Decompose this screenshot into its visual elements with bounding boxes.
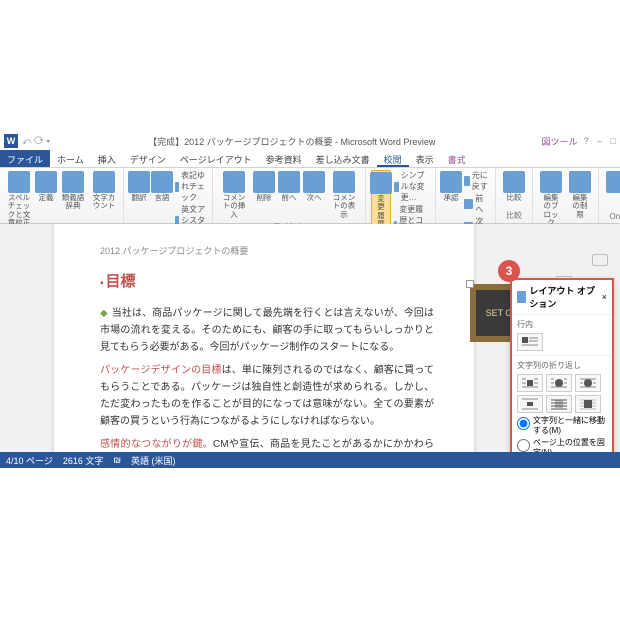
ribbon-button[interactable]: 定義 — [36, 170, 56, 203]
ribbon-button[interactable]: 削除 — [253, 170, 275, 203]
wrap-front-option[interactable] — [575, 395, 601, 413]
layout-panel-icon — [517, 291, 526, 303]
layout-panel-title: レイアウト オプション — [529, 284, 601, 310]
ribbon-button[interactable] — [604, 170, 620, 195]
ribbon-button[interactable]: スペル チェックと文章校正 — [5, 170, 33, 228]
ribbon-button[interactable]: コメントの挿入 — [218, 170, 250, 220]
status-bar: 4/10 ページ 2616 文字 ₪ 英語 (米国) — [0, 452, 620, 468]
ribbon-button[interactable]: コメントの表示 — [328, 170, 360, 220]
status-words[interactable]: 2616 文字 — [63, 454, 104, 467]
layout-options-panel: レイアウト オプション × 行内 文字列の折り返し 文字列と一緒に移動する(M)… — [510, 278, 614, 452]
ribbon-stack-item[interactable]: シンプルな変更… — [394, 170, 430, 203]
tab-references[interactable]: 参考資料 — [259, 150, 309, 167]
word-icon: W — [4, 134, 18, 148]
maximize-icon[interactable]: □ — [611, 136, 616, 146]
wrap-tight-option[interactable] — [546, 374, 572, 392]
ribbon-button[interactable]: 編集の制限 — [567, 170, 593, 220]
tab-file[interactable]: ファイル — [0, 150, 50, 167]
tab-pagelayout[interactable]: ページレイアウト — [173, 150, 259, 167]
wrap-behind-option[interactable] — [546, 395, 572, 413]
comment-icon[interactable] — [592, 254, 608, 266]
status-pages[interactable]: 4/10 ページ — [6, 454, 53, 467]
status-ime[interactable]: ₪ — [113, 455, 121, 465]
ribbon-button[interactable]: 翻訳 — [129, 170, 149, 203]
title-bar: W ⤺ ⟳ ▾ 【完成】2012 パッケージプロジェクトの概要 - Micros… — [0, 132, 620, 150]
paragraph-1: ◆当社は、商品パッケージに関して最先端を行くとは言えないが、今回は市場の流れを変… — [100, 305, 434, 356]
minimize-icon[interactable]: – — [597, 136, 602, 146]
paragraph-2: パッケージデザインの目標は、単に陳列されるのではなく、顧客に買ってもらうことであ… — [100, 362, 434, 430]
section-inline-label: 行内 — [517, 319, 607, 330]
tab-insert[interactable]: 挿入 — [91, 150, 123, 167]
tab-mailings[interactable]: 差し込み文書 — [309, 150, 377, 167]
wrap-square-option[interactable] — [517, 374, 543, 392]
ribbon-stack-item[interactable]: 元に戻す — [464, 170, 490, 192]
paragraph-3: 感情的なつながりが鍵。CMや宣伝、商品を見たことがあるかにかかわらず、顧 — [100, 436, 434, 452]
tab-design[interactable]: デザイン — [123, 150, 173, 167]
ribbon-button[interactable]: 承認 — [441, 170, 461, 203]
ribbon-button[interactable]: 文字カウント — [90, 170, 118, 212]
wrap-inline-option[interactable] — [517, 333, 543, 351]
ribbon-button[interactable]: 比較 — [501, 170, 527, 203]
ribbon-button[interactable]: 言語 — [152, 170, 172, 203]
ribbon-button[interactable]: 前へ — [278, 170, 300, 203]
ribbon: スペル チェックと文章校正定義類義語辞典文字カウント文章校正翻訳言語表記ゆれチェ… — [0, 168, 620, 224]
bullet-icon: ◆ — [100, 308, 108, 319]
wrap-topbottom-option[interactable] — [517, 395, 543, 413]
ribbon-button[interactable]: 編集のブロック — [538, 170, 564, 228]
ribbon-group-label: 比較 — [501, 209, 527, 221]
close-icon[interactable]: × — [602, 292, 607, 302]
document-area: 2012 パッケージプロジェクトの概要 目標 ◆当社は、商品パッケージに関して最… — [0, 224, 620, 452]
annotation-badge-3: 3 — [498, 260, 520, 282]
ribbon-group-label: One — [604, 211, 620, 221]
document-page[interactable]: 2012 パッケージプロジェクトの概要 目標 ◆当社は、商品パッケージに関して最… — [54, 224, 474, 452]
help-icon[interactable]: ? — [584, 136, 589, 146]
ribbon-button[interactable]: 次へ — [303, 170, 325, 203]
contextual-tab-group: 図ツール — [541, 135, 577, 148]
tab-home[interactable]: ホーム — [50, 150, 91, 167]
window-title: 【完成】2012 パッケージプロジェクトの概要 - Microsoft Word… — [50, 135, 533, 148]
ribbon-stack-item[interactable]: 表記ゆれチェック — [175, 170, 207, 203]
section-wrap-label: 文字列の折り返し — [517, 360, 607, 371]
ribbon-button[interactable]: 類義語辞典 — [59, 170, 87, 212]
radio-move-with-text[interactable]: 文字列と一緒に移動する(M) — [517, 416, 607, 435]
tab-review[interactable]: 校閲 — [377, 150, 409, 167]
ribbon-tabs: ファイル ホーム 挿入 デザイン ページレイアウト 参考資料 差し込み文書 校閲… — [0, 150, 620, 168]
qat-icon[interactable]: ⤺ ⟳ ▾ — [22, 136, 50, 147]
wrap-through-option[interactable] — [575, 374, 601, 392]
doc-heading: 目標 — [100, 269, 434, 295]
ribbon-stack-item[interactable]: 前へ — [464, 193, 490, 215]
tab-view[interactable]: 表示 — [409, 150, 441, 167]
tab-format[interactable]: 書式 — [441, 150, 473, 167]
radio-fix-position[interactable]: ページ上の位置を固定(N) — [517, 438, 607, 452]
status-language[interactable]: 英語 (米国) — [131, 454, 176, 467]
doc-subtitle: 2012 パッケージプロジェクトの概要 — [100, 244, 434, 259]
